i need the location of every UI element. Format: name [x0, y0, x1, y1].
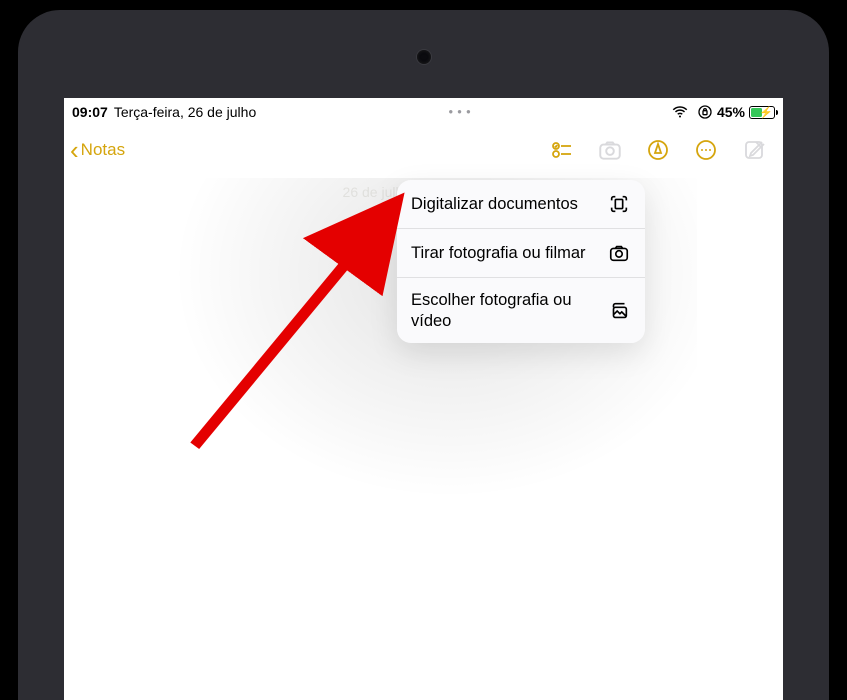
compose-icon[interactable]: [741, 137, 767, 163]
device-bezel: 09:07 Terça-feira, 26 de julho ●●●: [0, 0, 847, 700]
menu-item-scan-documents[interactable]: Digitalizar documentos: [397, 180, 645, 229]
more-icon[interactable]: [693, 137, 719, 163]
menu-label: Tirar fotografia ou filmar: [411, 243, 597, 264]
nav-bar: ‹ Notas: [64, 126, 783, 174]
rotation-lock-icon: [697, 104, 713, 120]
wifi-icon: [667, 99, 693, 125]
status-date: Terça-feira, 26 de julho: [114, 104, 256, 120]
battery-icon: ⚡: [749, 106, 775, 119]
menu-item-choose-media[interactable]: Escolher fotografia ou vídeo: [397, 278, 645, 343]
markup-icon[interactable]: [645, 137, 671, 163]
back-button[interactable]: ‹ Notas: [70, 137, 125, 163]
device-bezel-inner: 09:07 Terça-feira, 26 de julho ●●●: [18, 10, 829, 700]
camera-icon: [607, 241, 631, 265]
status-time: 09:07: [72, 104, 108, 120]
device-camera: [417, 50, 431, 64]
menu-label: Escolher fotografia ou vídeo: [411, 290, 597, 331]
chevron-left-icon: ‹: [70, 137, 79, 163]
note-canvas[interactable]: 26 de julho de 2022 09:07 Digitalizar do…: [64, 174, 783, 700]
multitask-dots[interactable]: ●●●: [256, 107, 667, 116]
screen: 09:07 Terça-feira, 26 de julho ●●●: [64, 98, 783, 700]
battery-percent: 45%: [717, 104, 745, 120]
menu-item-take-photo[interactable]: Tirar fotografia ou filmar: [397, 229, 645, 278]
menu-label: Digitalizar documentos: [411, 194, 597, 215]
back-label: Notas: [81, 140, 125, 160]
gallery-icon: [607, 299, 631, 323]
camera-toolbar-icon[interactable]: [597, 137, 623, 163]
status-bar: 09:07 Terça-feira, 26 de julho ●●●: [64, 98, 783, 126]
camera-menu-popover: Digitalizar documentos Tirar fotografia …: [397, 180, 645, 343]
scan-document-icon: [607, 192, 631, 216]
checklist-icon[interactable]: [549, 137, 575, 163]
